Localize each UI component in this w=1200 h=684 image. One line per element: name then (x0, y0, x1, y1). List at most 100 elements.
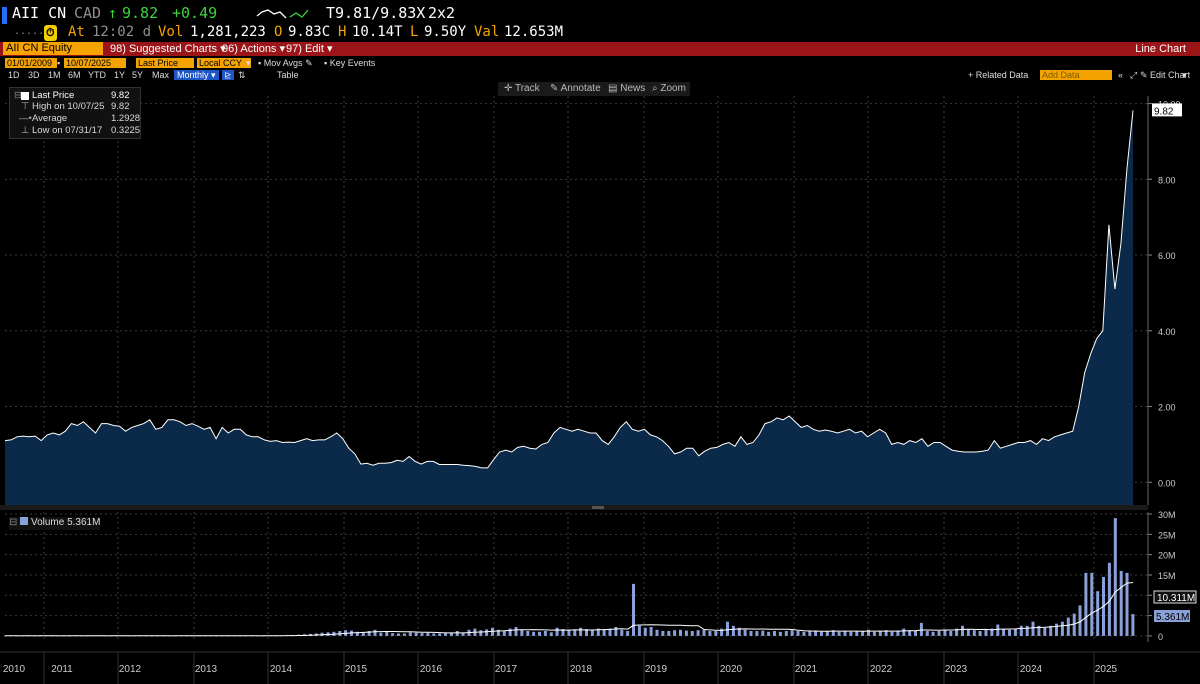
volume-bar (1043, 627, 1047, 636)
volume-last-label: 5.361M (1156, 612, 1189, 623)
volume-bar (925, 631, 929, 636)
price-tick-label: 6.00 (1158, 251, 1176, 261)
volume-bar (543, 631, 547, 636)
volume-bar (743, 629, 747, 636)
x-tick-label: 2023 (945, 664, 968, 675)
x-tick-label: 2017 (495, 664, 518, 675)
volume-bar (1008, 629, 1011, 636)
volume-bar (502, 631, 506, 636)
volume-bar (878, 631, 882, 636)
volume-tick-label: 0 (1158, 632, 1163, 642)
volume-bar (914, 631, 917, 636)
x-tick-label: 2020 (720, 664, 743, 675)
volume-bar (943, 629, 947, 636)
volume-bar (966, 629, 970, 636)
volume-legend[interactable]: ⊟ Volume 5.361M (9, 517, 101, 530)
volume-bar (408, 632, 412, 636)
volume-bar (379, 632, 383, 636)
price-tick-label: 0.00 (1158, 478, 1176, 488)
volume-bar (1019, 625, 1023, 636)
volume-bar (843, 631, 847, 636)
volume-bar (414, 632, 418, 636)
volume-bar (1060, 621, 1064, 636)
volume-bar (420, 633, 424, 636)
volume-bar (649, 627, 653, 636)
volume-bar (620, 629, 624, 636)
volume-bar (661, 631, 665, 636)
volume-bar (825, 631, 829, 636)
x-tick-label: 2015 (345, 664, 368, 675)
volume-bar (614, 627, 618, 636)
volume-tick-label: 15M (1158, 571, 1176, 581)
volume-bar (590, 629, 594, 636)
volume-ma-label: 10.311M (1157, 593, 1195, 604)
volume-bar (549, 632, 553, 636)
x-tick-label: 2010 (3, 664, 26, 675)
volume-bar (555, 627, 559, 636)
volume-bar (972, 630, 976, 636)
volume-bar (679, 629, 682, 636)
volume-bar (567, 629, 571, 636)
track-tool[interactable]: ✛ Track (504, 82, 540, 96)
volume-bar (784, 631, 788, 636)
legend-low: ⊥ Low on 07/31/17 0.3225 (21, 125, 141, 136)
x-tick-label: 2022 (870, 664, 893, 675)
news-tool[interactable]: ▤ News (608, 82, 645, 96)
volume-bar (996, 624, 1000, 636)
price-volume-chart[interactable]: 0.002.004.006.008.0010.009.8205M10M15M20… (0, 0, 1200, 684)
volume-bar (1119, 570, 1123, 636)
price-tick-label: 4.00 (1158, 327, 1176, 337)
volume-bar (767, 631, 771, 636)
volume-bar (696, 630, 700, 636)
volume-bar (726, 621, 729, 636)
zoom-tool[interactable]: ⌕ Zoom (652, 82, 686, 96)
volume-bar (919, 622, 923, 636)
x-tick-label: 2013 (195, 664, 218, 675)
volume-bar (731, 625, 735, 636)
volume-bar (1125, 572, 1129, 636)
volume-bar (432, 633, 436, 636)
legend-average: —• Average 1.2928 (19, 113, 141, 124)
volume-bar (579, 627, 583, 636)
volume-bar (444, 633, 447, 636)
volume-bar (931, 631, 935, 636)
volume-bar (961, 625, 964, 636)
volume-bar (485, 629, 489, 636)
volume-bar (773, 631, 776, 636)
volume-bar (820, 631, 823, 636)
volume-bar (861, 631, 865, 636)
panel-splitter (0, 505, 1148, 510)
volume-bar (684, 630, 688, 636)
volume-tick-label: 20M (1158, 551, 1176, 561)
volume-bar (655, 629, 659, 636)
annotate-tool[interactable]: ✎ Annotate (550, 82, 601, 96)
volume-bar (937, 631, 941, 636)
volume-bar (802, 631, 806, 636)
x-tick-label: 2011 (51, 664, 73, 675)
volume-bar (849, 631, 853, 636)
x-tick-label: 2014 (270, 664, 293, 675)
volume-bar (402, 633, 406, 636)
volume-bar (790, 630, 794, 636)
x-tick-label: 2021 (795, 664, 818, 675)
legend-last-price[interactable]: ⊟ Last Price 9.82 (10, 90, 142, 101)
volume-bar (391, 633, 395, 636)
volume-bar (778, 631, 782, 636)
volume-bar (1090, 572, 1094, 636)
volume-bar (438, 633, 442, 636)
price-line (4, 110, 1134, 469)
volume-bar (637, 625, 641, 636)
volume-bar (1084, 572, 1088, 636)
volume-bar (397, 633, 400, 636)
volume-bar (455, 631, 459, 636)
volume-bar (667, 631, 671, 636)
volume-bar (978, 631, 982, 636)
price-tick-label: 2.00 (1158, 403, 1176, 413)
volume-bar (720, 628, 724, 636)
volume-bar (1031, 621, 1035, 636)
volume-bar (902, 628, 906, 636)
volume-bar (532, 631, 536, 636)
x-tick-label: 2018 (570, 664, 593, 675)
x-tick-label: 2025 (1095, 664, 1118, 675)
volume-bar (755, 631, 759, 636)
